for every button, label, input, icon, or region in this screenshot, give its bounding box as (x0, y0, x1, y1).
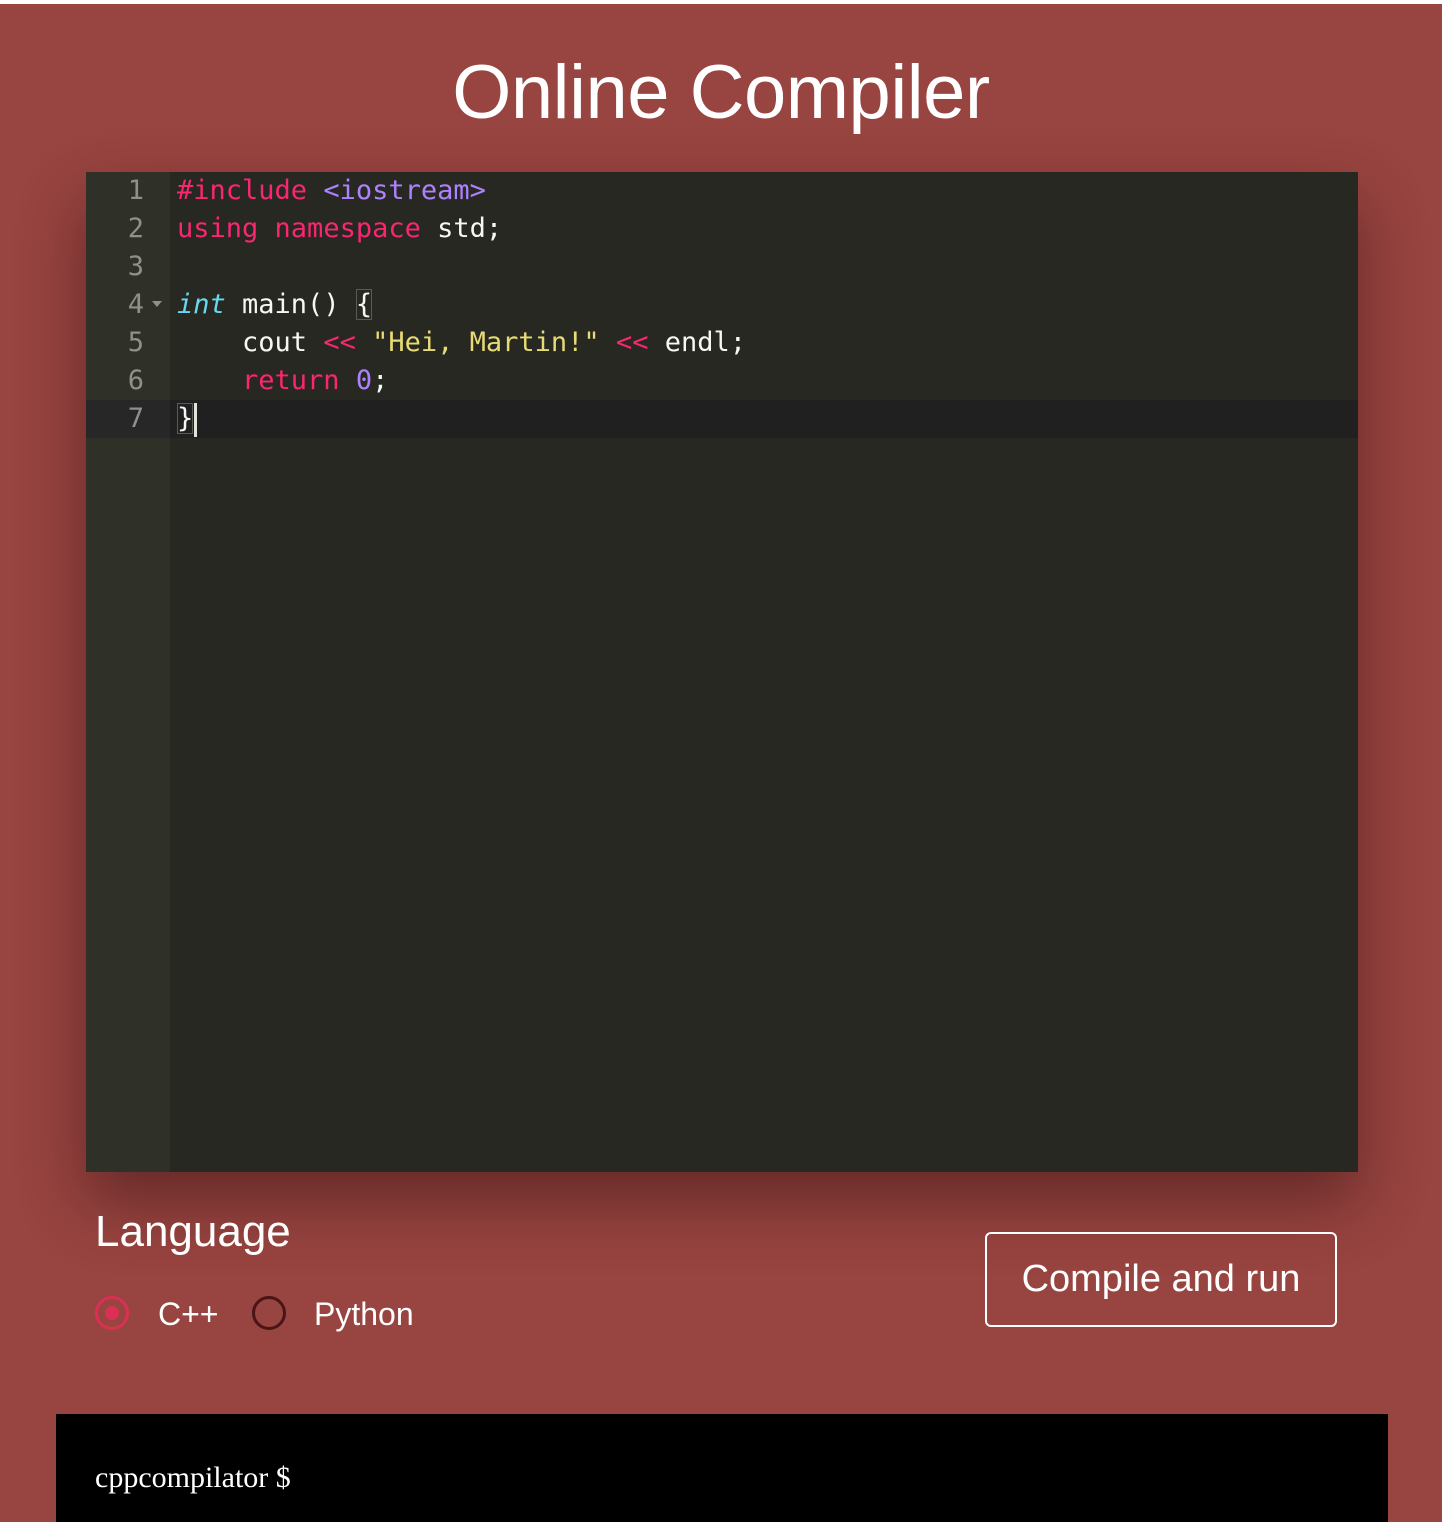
code-token: << (615, 327, 649, 358)
code-text: #include <iostream> (177, 172, 486, 210)
code-token: return (242, 365, 340, 396)
page-title: Online Compiler (452, 50, 990, 135)
radio-python-label[interactable]: Python (314, 1294, 414, 1334)
code-token: std; (420, 213, 503, 244)
code-token: int (177, 289, 226, 320)
page: Online Compiler 1 #include <iostream> 2 usi… (0, 4, 1442, 1522)
text-cursor (194, 402, 198, 437)
code-token: << (323, 327, 356, 358)
line-number: 6 (127, 365, 144, 396)
line-number: 4 (127, 289, 144, 320)
code-token: { (355, 289, 373, 320)
code-line[interactable]: 4 int main() { (86, 286, 1358, 324)
code-token: main() (225, 289, 356, 320)
language-heading: Language (95, 1207, 291, 1256)
code-line[interactable]: 2 using namespace std; (86, 210, 1358, 248)
code-token: "Hei, Martin!" (372, 327, 600, 358)
code-line[interactable]: 7} (86, 400, 1358, 438)
code-token: 0 (355, 365, 373, 396)
compile-and-run-button[interactable]: Compile and run (985, 1232, 1337, 1327)
code-token: using (177, 213, 259, 244)
code-token: namespace (274, 213, 421, 244)
code-token: endl; (648, 327, 746, 358)
code-line[interactable]: 5 cout << "Hei, Martin!" << endl; (86, 324, 1358, 362)
line-number: 7 (127, 403, 144, 434)
code-text: int main() { (177, 286, 373, 324)
code-line[interactable]: 6 return 0; (86, 362, 1358, 400)
code-token: <iostream> (323, 175, 486, 206)
fold-arrow-icon[interactable] (152, 301, 162, 307)
line-number: 1 (127, 175, 144, 206)
code-text: cout << "Hei, Martin!" << endl; (177, 324, 746, 362)
line-number: 3 (127, 251, 144, 282)
code-line[interactable]: 3 (86, 248, 1358, 286)
terminal-prompt: cppcompilator $ (95, 1461, 291, 1494)
code-token: cout (177, 327, 324, 358)
code-token: #include (177, 175, 324, 206)
radio-cpp-label[interactable]: C++ (158, 1294, 218, 1334)
code-token: ; (372, 365, 389, 396)
line-number: 5 (127, 327, 144, 358)
terminal-output: cppcompilator $ (56, 1414, 1388, 1522)
code-text: using namespace std; (177, 210, 502, 248)
radio-python[interactable] (252, 1296, 286, 1330)
code-text: return 0; (177, 362, 388, 400)
code-editor[interactable]: 1 #include <iostream> 2 using namespace std… (86, 172, 1358, 1172)
code-token: } (177, 403, 194, 434)
code-line[interactable]: 1 #include <iostream> (86, 172, 1358, 210)
line-number: 2 (127, 213, 144, 244)
radio-cpp[interactable] (95, 1296, 129, 1330)
code-text: } (177, 400, 198, 438)
